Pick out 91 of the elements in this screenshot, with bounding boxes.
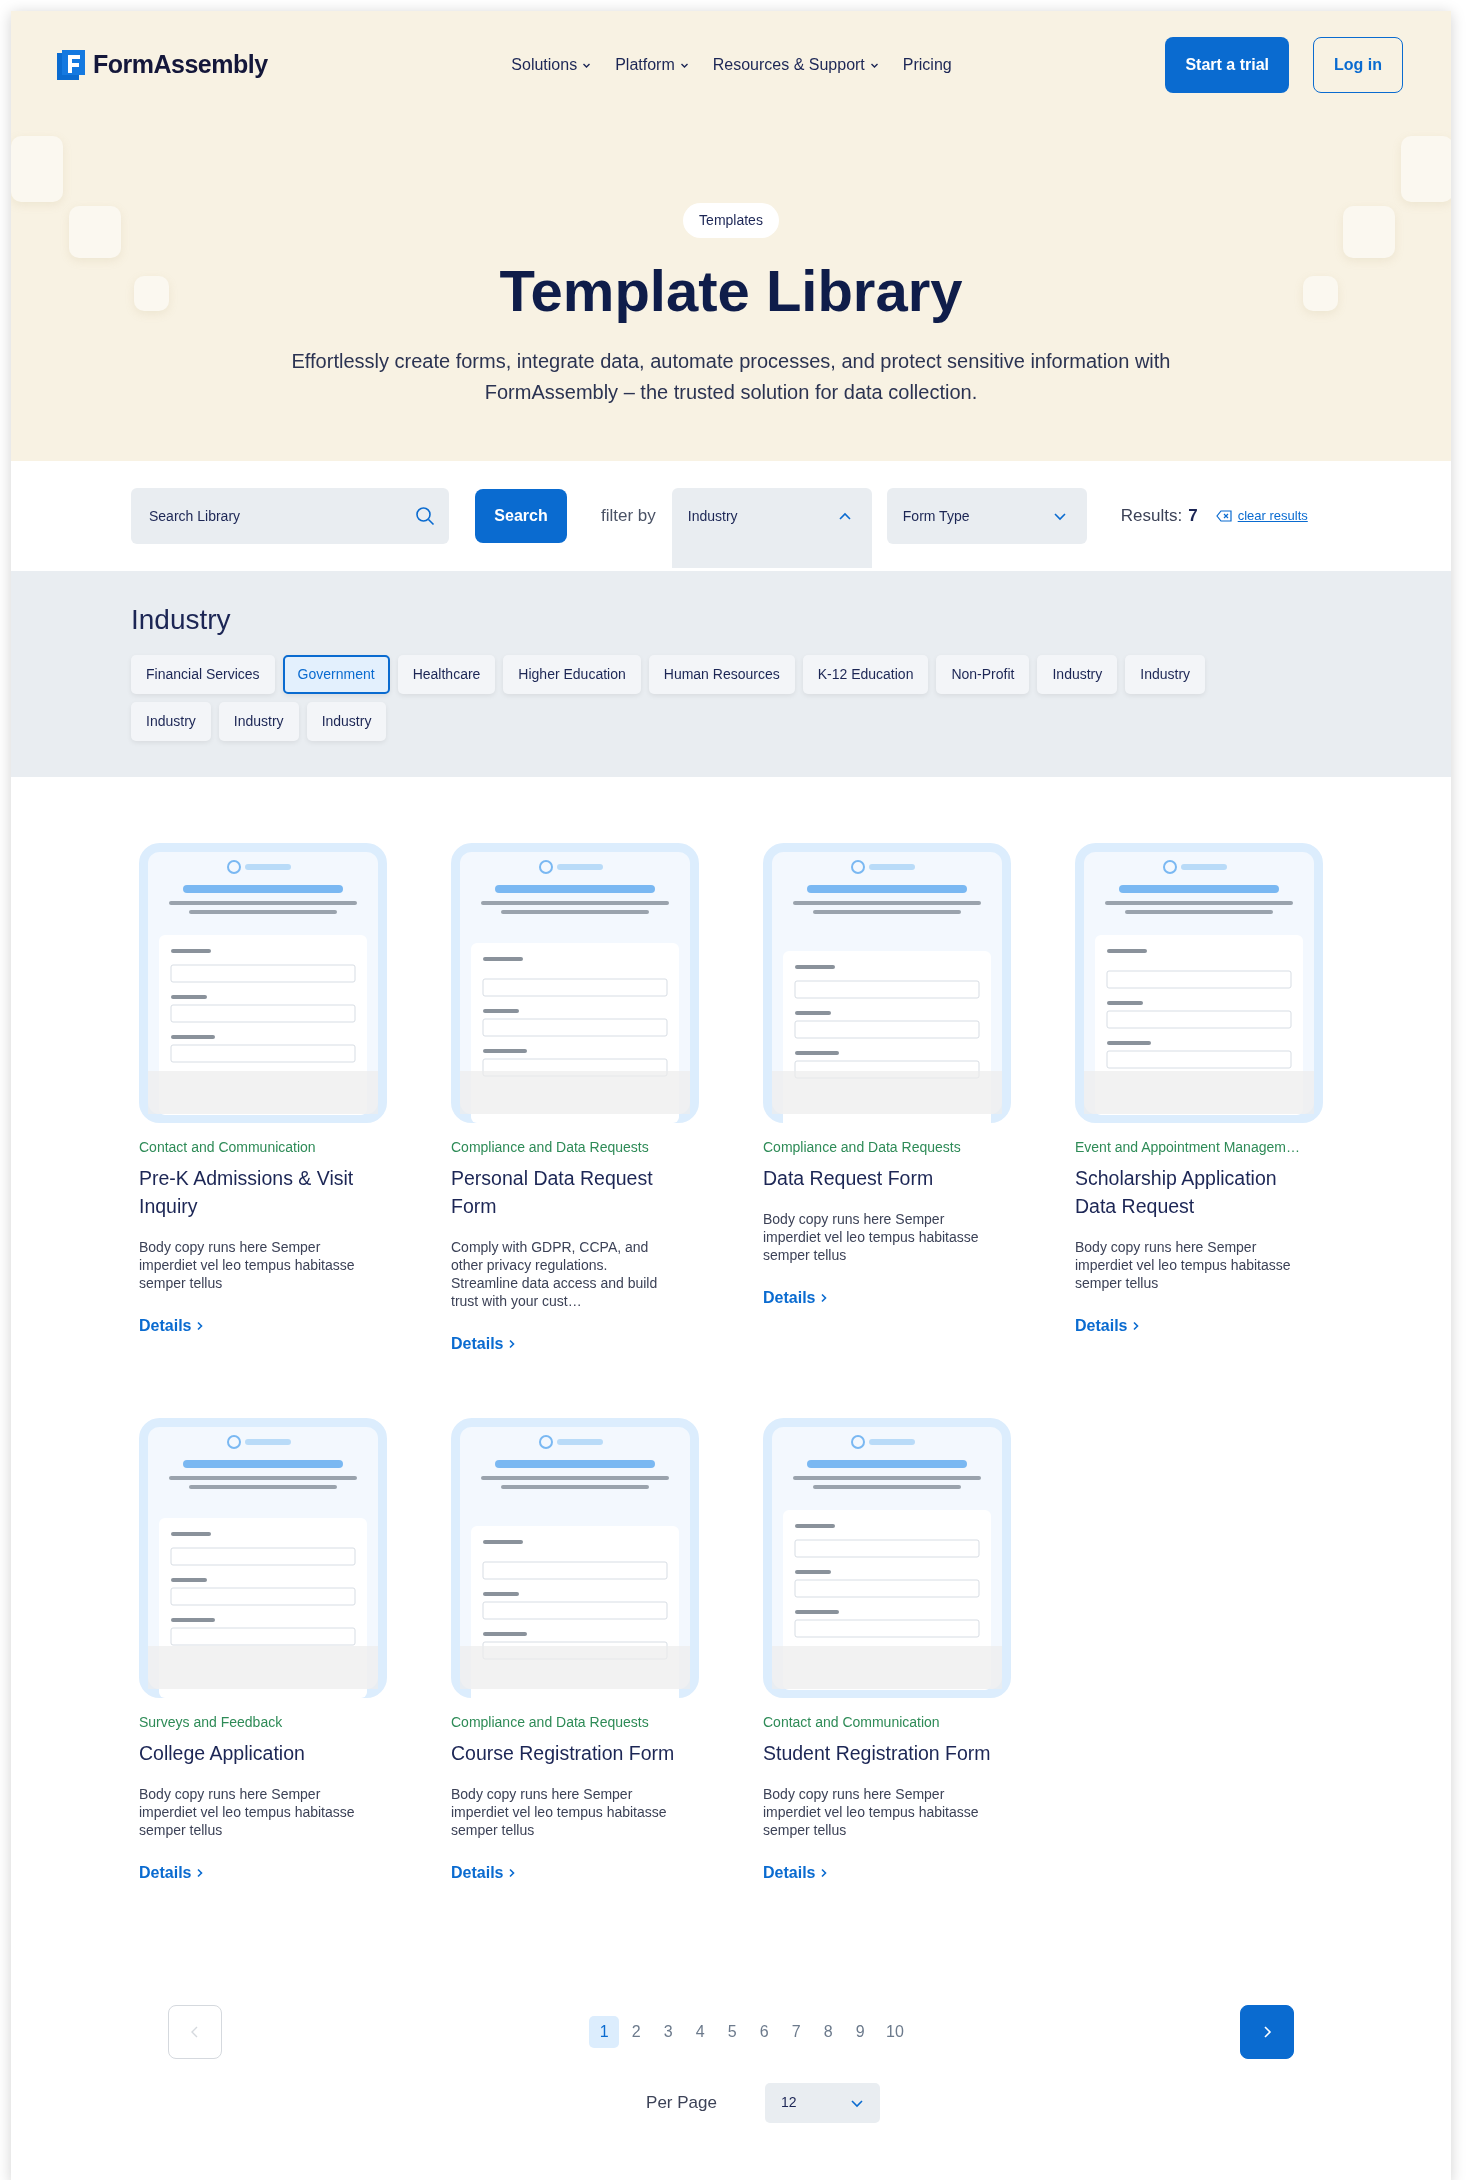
chevron-left-icon [190,2024,200,2039]
filter-chip[interactable]: Healthcare [397,654,496,694]
per-page-select[interactable]: 12 [764,2082,880,2123]
filter-chip[interactable]: Industry [131,701,211,741]
filter-label: filter by [601,505,656,528]
hero-subtitle: Effortlessly create forms, integrate data, automate processes, and protect sensitive information with FormAssembly – the trusted solution for data collection. [290,348,1172,405]
filter-chip[interactable]: Higher Education [503,654,641,694]
details-link[interactable]: Details [451,1860,516,1885]
search-field[interactable]: Search Library [147,488,415,544]
filter-chip[interactable]: Financial Services [131,654,275,694]
filter-chip[interactable]: Industry [1037,654,1118,694]
page-badge: Templates [683,203,779,238]
card-category: Contact and Communication [139,1137,317,1157]
card-category: Compliance and Data Requests [763,1137,962,1157]
chevron-right-icon [507,1339,516,1350]
results-count: 7 [1188,505,1198,528]
logo-text: FormAssembly [93,49,268,81]
filter-chip[interactable]: Industry [218,701,299,741]
chevron-right-icon [195,1868,204,1879]
nav-link[interactable]: Platform [615,53,689,77]
chevron-right-icon [819,1293,828,1304]
filter-dropdown[interactable]: Industry [671,488,872,568]
details-link[interactable]: Details [451,1331,516,1356]
login-button[interactable]: Log in [1313,37,1403,93]
card-title: Scholarship Application Data Request [1075,1165,1278,1219]
decor-tile [134,276,169,311]
card-title: Student Registration Form [763,1740,992,1766]
filter-chip[interactable]: Human Resources [648,654,795,694]
results-label: Results: [1120,505,1183,528]
panel-heading: Industry [131,603,232,637]
clear-icon [1215,510,1232,522]
nav-link[interactable]: Pricing [902,53,952,77]
card-category: Compliance and Data Requests [451,1712,650,1732]
card-description: Body copy runs here Semper imperdiet vel leo tempus habitasse semper tellus [1075,1237,1292,1292]
decor-tile [1343,206,1395,258]
filter-chip[interactable]: Industry [306,701,387,741]
filter-chip[interactable]: Industry [1125,654,1206,694]
next-page-button[interactable] [1240,2004,1294,2059]
page-number[interactable]: 9 [845,2015,876,2048]
clear-results-link[interactable]: clear results [1237,506,1308,526]
decor-tile [69,206,121,258]
logo-icon [57,50,85,80]
page-number[interactable]: 8 [813,2015,844,2048]
chevron-right-icon [507,1868,516,1879]
card-description: Comply with GDPR, CCPA, and other privacy regulations. Streamline data access and build trust with your cust… [451,1237,659,1310]
details-link[interactable]: Details [763,1860,828,1885]
card-title: Pre-K Admissions & Visit Inquiry [139,1165,355,1219]
card-title: Course Registration Form [451,1740,676,1766]
decor-tile [11,136,63,202]
card-description: Body copy runs here Semper imperdiet vel leo tempus habitasse semper tellus [763,1784,980,1839]
details-link[interactable]: Details [763,1285,828,1310]
search-icon [415,506,435,526]
chevron-right-icon [819,1868,828,1879]
details-link[interactable]: Details [1075,1313,1140,1338]
trial-button[interactable]: Start a trial [1165,37,1289,93]
chevron-right-icon [1131,1321,1140,1332]
page-number[interactable]: 7 [781,2015,812,2048]
card-category: Event and Appointment Managem… [1075,1137,1301,1157]
filter-chip[interactable]: K-12 Education [802,654,929,694]
page-number[interactable]: 1 [589,2015,620,2048]
details-link[interactable]: Details [139,1313,204,1338]
card-category: Contact and Communication [763,1712,941,1732]
card-description: Body copy runs here Semper imperdiet vel leo tempus habitasse semper tellus [451,1784,668,1839]
decor-tile [1401,136,1451,202]
card-category: Surveys and Feedback [139,1712,284,1732]
page-title: Template Library [499,257,963,325]
page-number[interactable]: 6 [749,2015,780,2048]
decor-tile [1303,276,1338,311]
card-description: Body copy runs here Semper imperdiet vel leo tempus habitasse semper tellus [763,1209,980,1264]
nav-link[interactable]: Resources & Support [712,53,879,77]
per-page-label: Per Page [646,2091,717,2114]
nav-link[interactable]: Solutions [511,53,592,77]
page-number[interactable]: 4 [685,2015,716,2048]
card-title: College Application [139,1740,306,1766]
filter-dropdown[interactable]: Form Type [886,488,1087,544]
card-title: Data Request Form [763,1165,935,1191]
search-button[interactable]: Search [475,489,567,543]
card-title: Personal Data Request Form [451,1165,654,1219]
filter-chip[interactable]: Non-Profit [936,654,1030,694]
filter-chip[interactable]: Government [282,654,390,694]
card-category: Compliance and Data Requests [451,1137,650,1157]
card-description: Body copy runs here Semper imperdiet vel leo tempus habitasse semper tellus [139,1784,356,1839]
page-number[interactable]: 10 [877,2015,913,2048]
page-number[interactable]: 5 [717,2015,748,2048]
chevron-right-icon [195,1321,204,1332]
details-link[interactable]: Details [139,1860,204,1885]
card-description: Body copy runs here Semper imperdiet vel leo tempus habitasse semper tellus [139,1237,356,1292]
search-box[interactable]: Search Library [131,488,449,544]
page-number[interactable]: 3 [653,2015,684,2048]
chevron-right-icon [1262,2024,1272,2039]
page-number[interactable]: 2 [621,2015,652,2048]
